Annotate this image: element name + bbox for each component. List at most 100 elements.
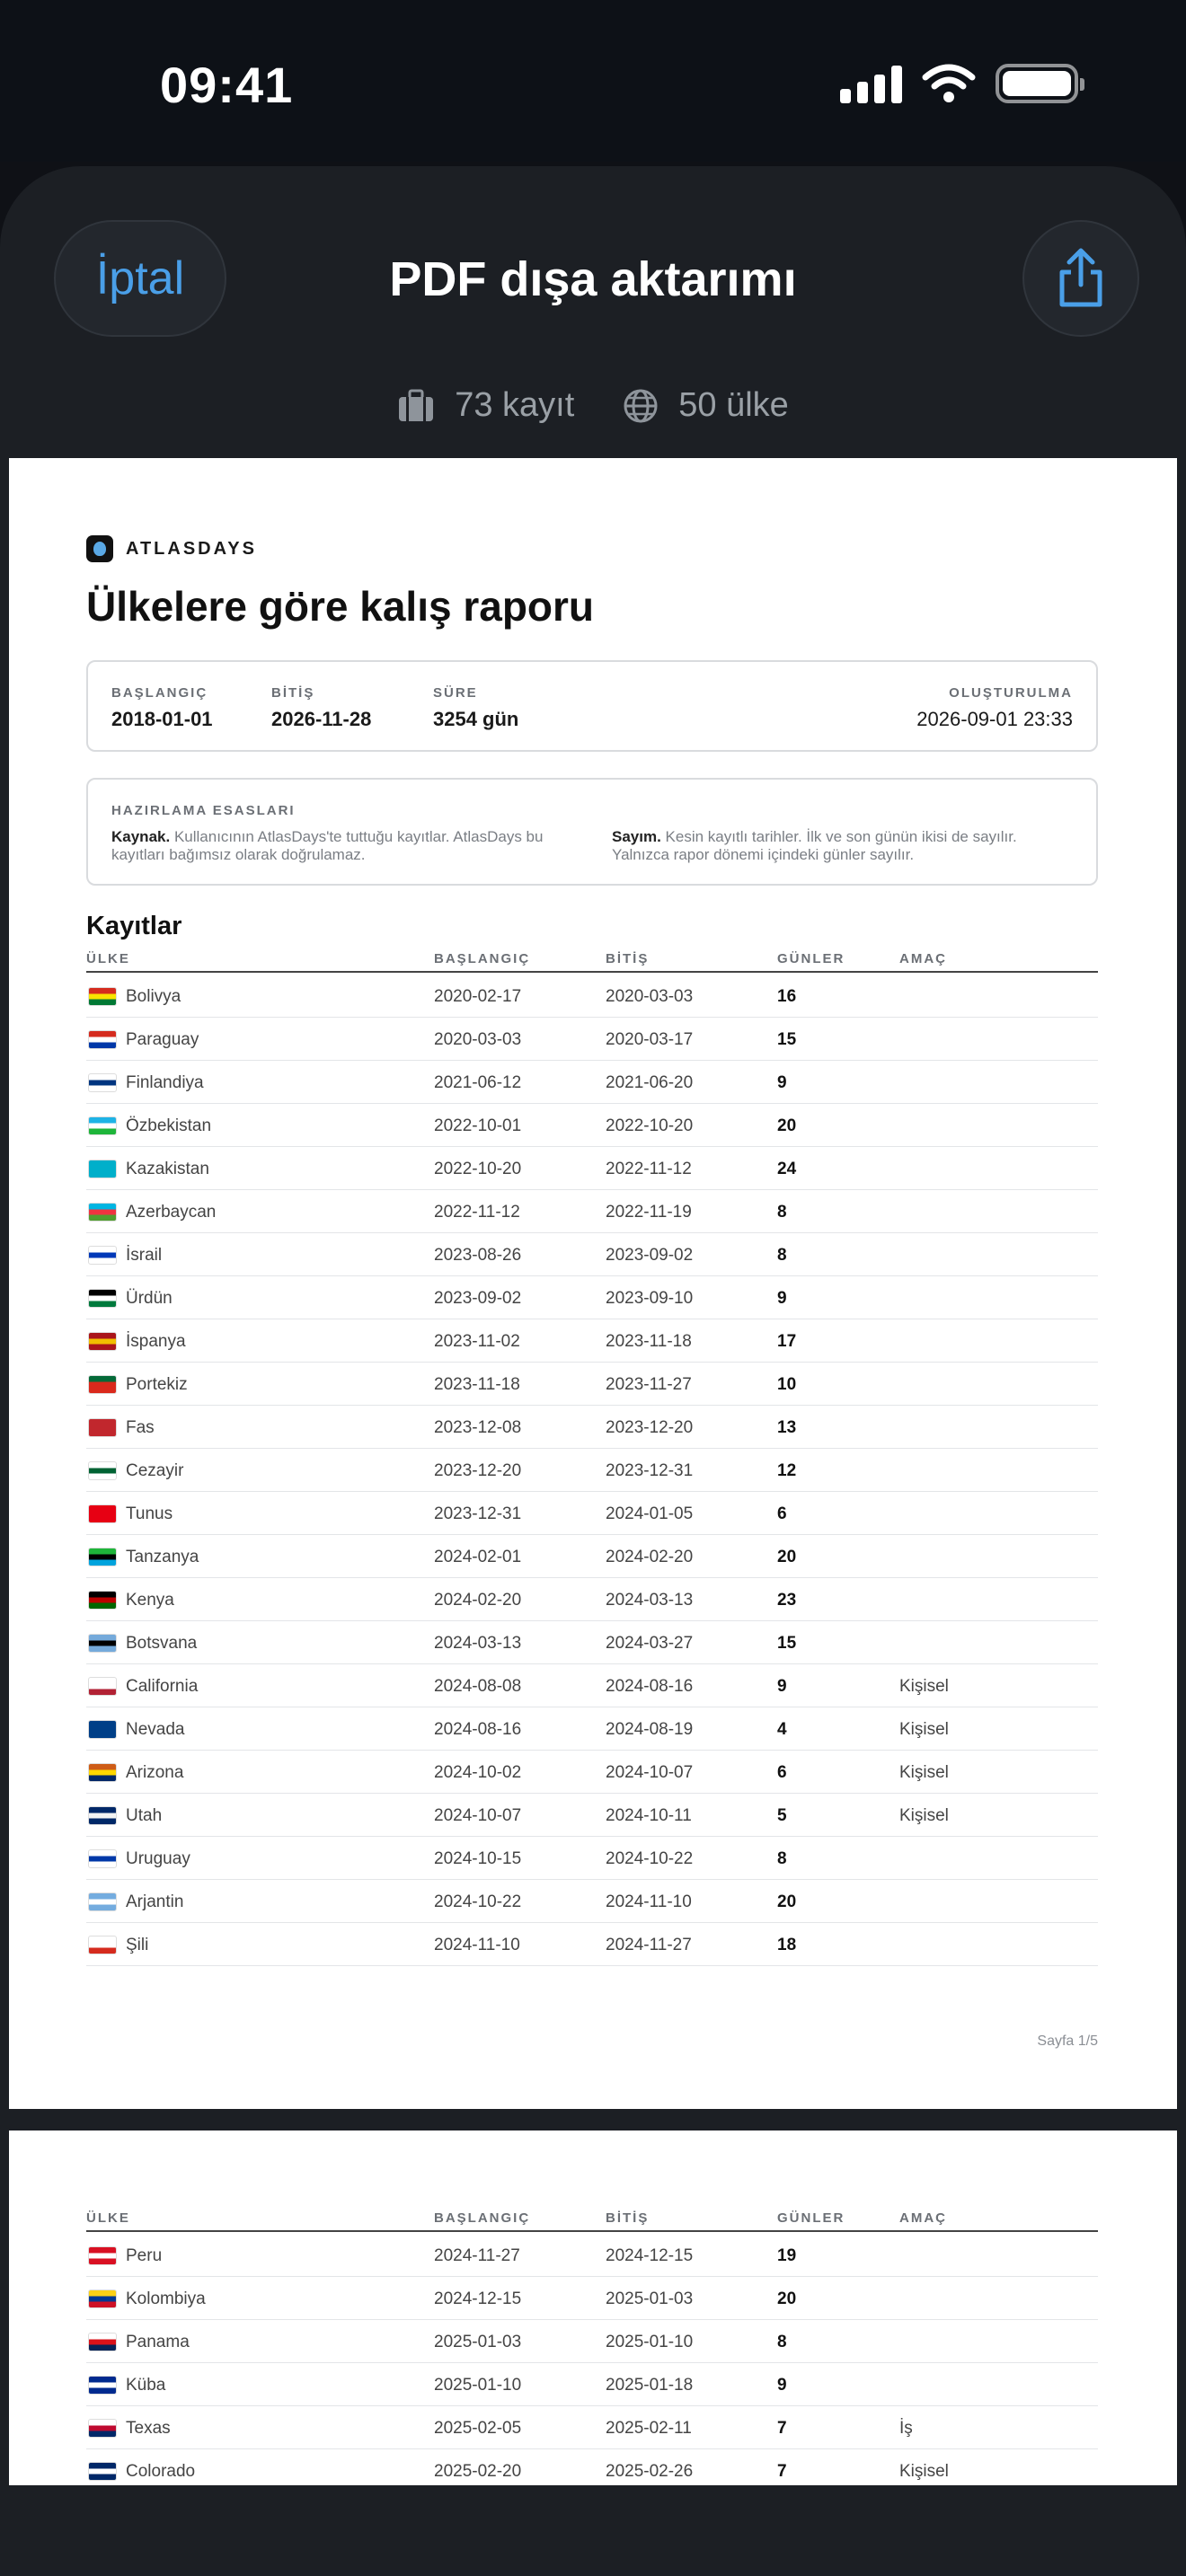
end-date-cell: 2025-02-11 xyxy=(606,2419,692,2438)
pdf-page-2[interactable]: ÜLKE BAŞLANGIÇ BİTİŞ GÜNLER AMAÇ Peru 202… xyxy=(9,2130,1177,2485)
country-cell: Arizona xyxy=(126,1763,184,1782)
records-summary: 73 kayıt xyxy=(397,386,574,425)
records-table-page1: Bolivya 2020-02-17 2020-03-03 16 Paraguay 202… xyxy=(86,975,1098,1966)
basis-count: Sayım. Kesin kayıtlı tarihler. İlk ve so… xyxy=(612,828,1061,864)
flag-icon xyxy=(88,1116,117,1135)
end-date-cell: 2023-11-18 xyxy=(606,1332,692,1351)
flag-icon xyxy=(88,1936,117,1954)
days-cell: 7 xyxy=(777,2462,787,2481)
table-row: Küba 2025-01-10 2025-01-18 9 xyxy=(86,2363,1098,2406)
table-row: Tunus 2023-12-31 2024-01-05 6 xyxy=(86,1492,1098,1535)
flag-icon xyxy=(88,987,117,1006)
end-date-cell: 2021-06-20 xyxy=(606,1073,694,1092)
cellular-signal-icon xyxy=(840,64,902,103)
meta-duration: SÜRE 3254 gün xyxy=(433,685,518,731)
records-table-page2: Peru 2024-11-27 2024-12-15 19 Kolombiya 2024-… xyxy=(86,2234,1098,2485)
days-cell: 23 xyxy=(777,1591,797,1610)
brand-name: ATLASDAYS xyxy=(126,538,257,559)
pdf-page-1[interactable]: ATLASDAYS Ülkelere göre kalış raporu BAŞ… xyxy=(9,458,1177,2109)
end-date-cell: 2024-08-19 xyxy=(606,1720,694,1739)
end-date-cell: 2025-01-03 xyxy=(606,2289,694,2308)
purpose-cell: Kişisel xyxy=(899,1677,949,1696)
table-row: Peru 2024-11-27 2024-12-15 19 xyxy=(86,2234,1098,2277)
end-date-cell: 2024-11-10 xyxy=(606,1892,692,1911)
meta-duration-label: SÜRE xyxy=(433,685,478,701)
flag-icon xyxy=(88,1332,117,1351)
days-cell: 18 xyxy=(777,1936,797,1954)
start-date-cell: 2020-03-03 xyxy=(434,1030,522,1049)
table-row: Utah 2024-10-07 2024-10-11 5 Kişisel xyxy=(86,1794,1098,1837)
days-cell: 9 xyxy=(777,2376,787,2395)
days-cell: 15 xyxy=(777,1030,797,1049)
col-days: GÜNLER xyxy=(777,2210,845,2226)
end-date-cell: 2024-12-15 xyxy=(606,2246,694,2265)
flag-icon xyxy=(88,1763,117,1782)
start-date-cell: 2023-08-26 xyxy=(434,1246,522,1265)
country-cell: Texas xyxy=(126,2419,171,2438)
start-date-cell: 2023-11-02 xyxy=(434,1332,520,1351)
start-date-cell: 2020-02-17 xyxy=(434,987,522,1006)
flag-icon xyxy=(88,1203,117,1222)
end-date-cell: 2023-09-10 xyxy=(606,1289,694,1308)
records-title: Kayıtlar xyxy=(86,912,182,940)
share-button[interactable] xyxy=(1022,220,1139,337)
end-date-cell: 2024-03-27 xyxy=(606,1634,694,1653)
country-cell: Utah xyxy=(126,1806,163,1825)
days-cell: 9 xyxy=(777,1289,787,1308)
end-date-cell: 2024-10-22 xyxy=(606,1849,694,1868)
end-date-cell: 2024-08-16 xyxy=(606,1677,694,1696)
days-cell: 20 xyxy=(777,1116,797,1135)
col-start: BAŞLANGIÇ xyxy=(434,951,531,966)
purpose-cell: Kişisel xyxy=(899,1763,949,1782)
end-date-cell: 2024-02-20 xyxy=(606,1548,694,1566)
end-date-cell: 2023-11-27 xyxy=(606,1375,692,1394)
country-cell: Nevada xyxy=(126,1720,185,1739)
col-days: GÜNLER xyxy=(777,951,845,966)
flag-icon xyxy=(88,1418,117,1437)
end-date-cell: 2022-11-19 xyxy=(606,1203,692,1222)
days-cell: 13 xyxy=(777,1418,797,1437)
end-date-cell: 2025-01-10 xyxy=(606,2333,694,2351)
country-cell: Peru xyxy=(126,2246,163,2265)
days-cell: 5 xyxy=(777,1806,787,1825)
sheet-title: PDF dışa aktarımı xyxy=(389,252,797,306)
start-date-cell: 2025-02-05 xyxy=(434,2419,522,2438)
start-date-cell: 2023-12-20 xyxy=(434,1461,522,1480)
flag-icon xyxy=(88,1591,117,1610)
purpose-cell: İş xyxy=(899,2419,913,2438)
days-cell: 20 xyxy=(777,1548,797,1566)
flag-icon xyxy=(88,2289,117,2308)
country-cell: Portekiz xyxy=(126,1375,188,1394)
flag-icon xyxy=(88,2333,117,2351)
flag-icon xyxy=(88,1073,117,1092)
countries-summary: 50 ülke xyxy=(623,386,789,425)
table-row: California 2024-08-08 2024-08-16 9 Kişisel xyxy=(86,1664,1098,1707)
end-date-cell: 2023-12-31 xyxy=(606,1461,694,1480)
flag-icon xyxy=(88,1375,117,1394)
col-end: BİTİŞ xyxy=(606,951,650,966)
table-row: Ürdün 2023-09-02 2023-09-10 9 xyxy=(86,1276,1098,1319)
table-row: Colorado 2025-02-20 2025-02-26 7 Kişisel xyxy=(86,2449,1098,2485)
export-summary: 73 kayıt 50 ülke xyxy=(0,386,1186,425)
days-cell: 9 xyxy=(777,1677,787,1696)
table-row: Bolivya 2020-02-17 2020-03-03 16 xyxy=(86,975,1098,1018)
table-row: Şili 2024-11-10 2024-11-27 18 xyxy=(86,1923,1098,1966)
start-date-cell: 2023-11-18 xyxy=(434,1375,520,1394)
country-cell: Kolombiya xyxy=(126,2289,206,2308)
country-cell: Kenya xyxy=(126,1591,174,1610)
records-count: 73 kayıt xyxy=(455,386,575,424)
table-row: Paraguay 2020-03-03 2020-03-17 15 xyxy=(86,1018,1098,1061)
meta-start: BAŞLANGIÇ 2018-01-01 xyxy=(111,685,213,731)
start-date-cell: 2024-08-08 xyxy=(434,1677,522,1696)
country-cell: Ürdün xyxy=(126,1289,173,1308)
table-row: Azerbaycan 2022-11-12 2022-11-19 8 xyxy=(86,1190,1098,1233)
country-cell: Cezayir xyxy=(126,1461,184,1480)
countries-count: 50 ülke xyxy=(678,386,789,424)
table-row: Nevada 2024-08-16 2024-08-19 4 Kişisel xyxy=(86,1707,1098,1751)
suitcase-icon xyxy=(399,389,434,421)
start-date-cell: 2022-10-20 xyxy=(434,1160,522,1178)
col-start: BAŞLANGIÇ xyxy=(434,2210,531,2226)
flag-icon xyxy=(88,1806,117,1825)
days-cell: 8 xyxy=(777,1203,787,1222)
start-date-cell: 2025-01-03 xyxy=(434,2333,522,2351)
